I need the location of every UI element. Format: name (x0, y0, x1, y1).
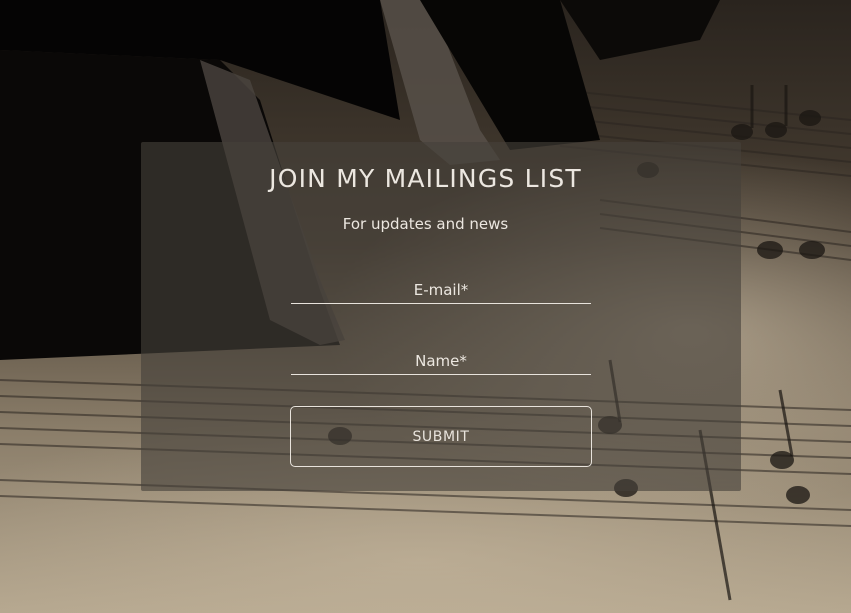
submit-button[interactable]: SUBMIT (290, 406, 592, 467)
name-placeholder: Name* (415, 351, 467, 370)
email-field[interactable]: E-mail* (291, 276, 591, 304)
email-placeholder: E-mail* (413, 280, 469, 299)
signup-subtitle: For updates and news (342, 215, 509, 233)
name-field[interactable]: Name* (291, 347, 591, 375)
signup-title: JOIN MY MAILINGS LIST (269, 164, 582, 193)
